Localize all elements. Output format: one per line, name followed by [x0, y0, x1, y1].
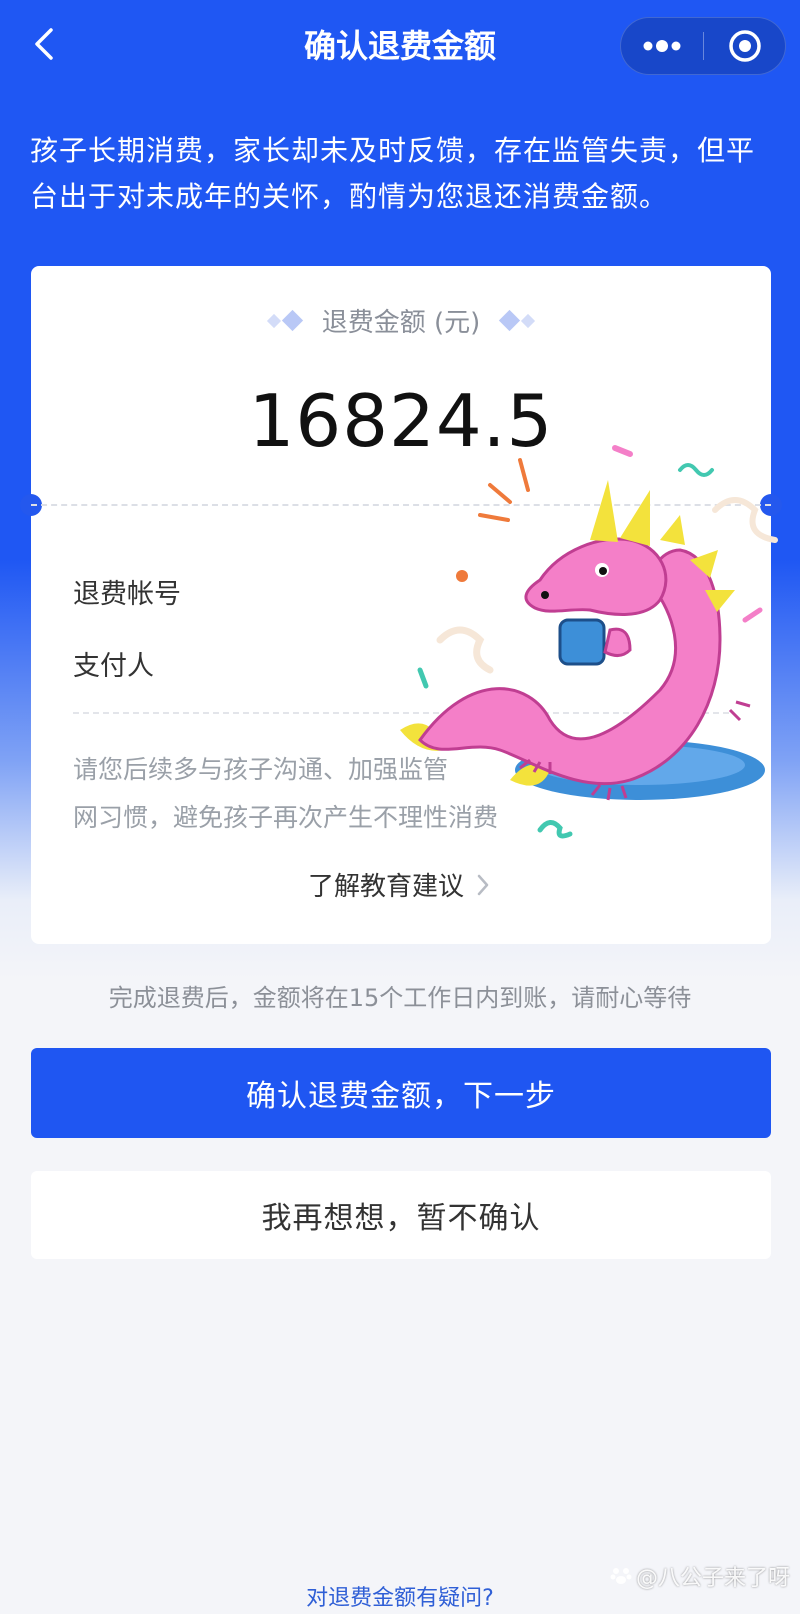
advice-line-1: 请您后续多与孩子沟通、加强监管: [73, 755, 449, 784]
amount-label: 退费金额 (元): [321, 308, 481, 338]
education-advice-link[interactable]: 了解教育建议: [31, 866, 771, 903]
chevron-right-icon: [477, 874, 489, 895]
watermark-text: @八公子来了呀: [635, 1566, 790, 1591]
more-dots-icon: [643, 40, 681, 52]
chevron-left-icon: [35, 28, 53, 60]
refund-card: 退费金额 (元) 16824.5 退费帐号 支付人 请您后续多与孩子沟通、加强监…: [20, 266, 782, 944]
back-button[interactable]: [22, 22, 66, 66]
dashed-divider-2: [73, 712, 729, 714]
paw-icon: [610, 1568, 632, 1584]
mini-program-capsule: [620, 17, 786, 75]
refund-account-label: 退费帐号: [73, 579, 181, 610]
navigation-bar: 确认退费金额: [0, 0, 800, 92]
more-button[interactable]: [621, 18, 703, 74]
dashed-divider: [31, 504, 771, 506]
diamond-decoration-right-icon: [499, 309, 536, 332]
not-confirm-button[interactable]: 我再想想，暂不确认: [31, 1171, 771, 1259]
refund-arrival-hint: 完成退费后，金额将在15个工作日内到账，请耐心等待: [108, 984, 692, 1012]
refund-notice-text: 孩子长期消费，家长却未及时反馈，存在监管失责，但平台出于对未成年的关怀，酌情为您…: [30, 134, 756, 213]
education-advice-link-label: 了解教育建议: [307, 872, 464, 902]
confirm-refund-button[interactable]: 确认退费金额，下一步: [31, 1048, 771, 1138]
watermark: @八公子来了呀: [590, 1556, 790, 1596]
refund-amount: 16824.5: [248, 379, 554, 463]
close-mini-program-button[interactable]: [704, 18, 786, 74]
target-close-icon: [729, 30, 761, 62]
payer-label: 支付人: [73, 651, 154, 682]
amount-label-row: 退费金额 (元): [31, 302, 771, 339]
advice-line-2: 网习惯，避免孩子再次产生不理性消费: [73, 803, 499, 832]
diamond-decoration-left-icon: [266, 309, 303, 332]
education-advice-text: 请您后续多与孩子沟通、加强监管 网习惯，避免孩子再次产生不理性消费: [73, 746, 593, 842]
